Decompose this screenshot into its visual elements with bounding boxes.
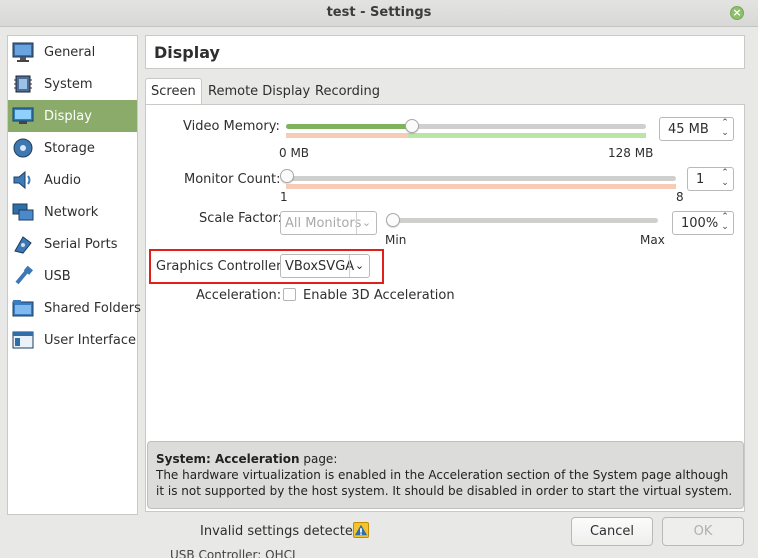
video-memory-value: 45 MB: [668, 122, 709, 137]
scale-factor-slider[interactable]: [392, 218, 658, 223]
tab-label: Remote Display: [208, 84, 311, 99]
sidebar-item-usb[interactable]: USB: [8, 260, 137, 292]
speaker-icon: [11, 169, 35, 191]
serial-plug-icon: [11, 233, 35, 255]
network-icon: [11, 201, 35, 223]
sidebar-item-label: Serial Ports: [44, 236, 118, 252]
video-memory-slider-handle[interactable]: [405, 119, 419, 133]
sidebar-item-user-interface[interactable]: User Interface: [8, 324, 137, 356]
monitor-count-label: Monitor Count:: [184, 172, 281, 187]
usb-icon: [11, 265, 35, 287]
video-memory-spinbox[interactable]: 45 MB ⌃ ⌄: [659, 117, 734, 141]
scale-factor-label: Scale Factor:: [199, 211, 283, 226]
monitor-count-max-label: 8: [676, 190, 684, 204]
video-memory-slider[interactable]: [286, 124, 646, 129]
window-icon: [11, 329, 35, 351]
graphics-controller-label: Graphics Controller:: [156, 259, 286, 274]
sidebar-item-label: Display: [44, 108, 92, 124]
tab-screen[interactable]: Screen: [145, 78, 202, 105]
monitor-icon: [11, 41, 35, 63]
sidebar-item-label: User Interface: [44, 332, 136, 348]
slider-warning-zone: [286, 184, 676, 189]
warning-icon[interactable]: [353, 522, 369, 538]
background-window-text: USB Controller: OHCI: [170, 548, 296, 558]
slider-warning-zone: [286, 133, 408, 138]
sidebar-item-storage[interactable]: Storage: [8, 132, 137, 164]
warning-text: The hardware virtualization is enabled i…: [156, 468, 733, 498]
monitor-count-spinbox[interactable]: 1 ⌃ ⌄: [687, 167, 734, 191]
enable-3d-acceleration-checkbox[interactable]: [283, 288, 296, 301]
sidebar-item-display[interactable]: Display: [8, 100, 137, 132]
title-bar[interactable]: test - Settings ×: [0, 0, 758, 27]
close-icon[interactable]: ×: [730, 6, 744, 20]
monitor-count-slider-handle[interactable]: [280, 169, 294, 183]
scale-factor-spinbox[interactable]: 100% ⌃ ⌄: [672, 211, 734, 235]
tab-recording[interactable]: Recording: [315, 78, 380, 104]
sidebar-item-general[interactable]: General: [8, 36, 137, 68]
scale-monitor-select[interactable]: All Monitors ⌄: [280, 211, 377, 235]
tab-label: Screen: [151, 84, 196, 99]
video-memory-max-label: 128 MB: [608, 146, 654, 160]
disk-icon: [11, 137, 35, 159]
sidebar-item-shared-folders[interactable]: Shared Folders: [8, 292, 141, 324]
sidebar-item-label: USB: [44, 268, 71, 284]
ok-button[interactable]: OK: [662, 517, 744, 546]
tab-remote-display[interactable]: Remote Display: [208, 78, 310, 104]
spin-arrows-icon[interactable]: ⌃ ⌄: [719, 118, 731, 140]
graphics-controller-select[interactable]: VBoxSVGA ⌄: [280, 254, 370, 278]
sidebar-item-network[interactable]: Network: [8, 196, 137, 228]
sidebar-item-audio[interactable]: Audio: [8, 164, 137, 196]
tab-label: Recording: [315, 84, 381, 99]
scale-factor-slider-handle[interactable]: [386, 213, 400, 227]
spin-arrows-icon[interactable]: ⌃ ⌄: [719, 212, 731, 234]
video-memory-label: Video Memory:: [183, 119, 280, 134]
acceleration-label: Acceleration:: [196, 288, 282, 303]
video-memory-min-label: 0 MB: [279, 146, 310, 160]
page-header: Display: [145, 35, 745, 69]
scale-monitor-value: All Monitors: [285, 216, 362, 231]
status-text: Invalid settings detected: [200, 524, 362, 539]
warning-title: System: Acceleration: [156, 452, 300, 466]
scale-factor-value: 100%: [681, 216, 719, 231]
sidebar-item-label: System: [44, 76, 93, 92]
sidebar-item-system[interactable]: System: [8, 68, 137, 100]
graphics-controller-value: VBoxSVGA: [285, 259, 355, 274]
sidebar-item-label: Network: [44, 204, 99, 220]
chip-icon: [11, 73, 35, 95]
chevron-down-icon: ⌄: [356, 212, 376, 234]
warning-message-box: System: Acceleration page: The hardware …: [147, 441, 744, 509]
monitor-count-min-label: 1: [280, 190, 288, 204]
slider-fill: [286, 124, 412, 129]
page-title: Display: [154, 43, 220, 62]
sidebar-item-label: Shared Folders: [44, 300, 141, 316]
monitor-count-value: 1: [696, 172, 705, 187]
scale-factor-min-label: Min: [385, 233, 407, 247]
sidebar-item-label: Audio: [44, 172, 81, 188]
monitor-count-slider[interactable]: [286, 176, 676, 181]
warning-title-suffix: page:: [299, 452, 338, 466]
sidebar-item-label: General: [44, 44, 96, 60]
folder-icon: [11, 297, 35, 319]
sidebar: General System Display Storage Audio Net…: [7, 35, 141, 515]
slider-safe-zone: [408, 133, 646, 138]
sidebar-item-label: Storage: [44, 140, 95, 156]
scale-factor-max-label: Max: [640, 233, 665, 247]
window-title: test - Settings: [326, 5, 432, 20]
enable-3d-acceleration-label[interactable]: Enable 3D Acceleration: [303, 288, 455, 303]
display-icon: [11, 105, 35, 127]
spin-arrows-icon[interactable]: ⌃ ⌄: [719, 168, 731, 190]
sidebar-item-serial-ports[interactable]: Serial Ports: [8, 228, 137, 260]
chevron-down-icon: ⌄: [349, 255, 369, 277]
cancel-button[interactable]: Cancel: [571, 517, 653, 546]
